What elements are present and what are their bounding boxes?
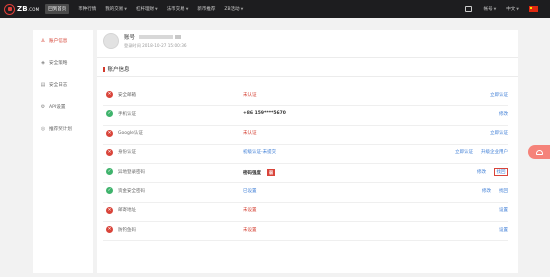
list-item: ✕ 防钓鱼码 未设置 设置 — [103, 222, 508, 242]
item-status: 未设置 — [243, 227, 257, 233]
avatar — [103, 33, 119, 49]
topbar-right: 帐号▼ 中文▼ — [464, 0, 550, 18]
sidebar-item-label: API设置 — [49, 105, 66, 110]
chevron-down-icon: ▼ — [516, 7, 519, 11]
sidebar-item-label: 安全策略 — [49, 61, 68, 66]
api-icon: ⚙ — [40, 104, 46, 110]
chevron-down-icon: ▼ — [154, 7, 158, 11]
nav-home[interactable]: 回到首页 — [45, 4, 70, 14]
item-label: 身份认证 — [118, 150, 136, 156]
retrieve-button[interactable]: 找回 — [499, 188, 508, 194]
sidebar-item-label: 账户信息 — [49, 39, 68, 44]
error-icon: ✕ — [106, 148, 113, 156]
item-label: Google认证 — [118, 131, 143, 137]
section-title: 账户信息 — [103, 65, 130, 73]
list-item: ✓ 资金安全密码 已设置 修改 找回 — [103, 183, 508, 203]
chevron-down-icon: ▼ — [185, 7, 189, 11]
chevron-down-icon: ▼ — [124, 7, 127, 11]
chevron-down-icon: ▼ — [240, 7, 244, 11]
account-menu[interactable]: 帐号▼ — [484, 6, 497, 12]
sidebar-item-api[interactable]: ⚙ API设置 — [33, 96, 93, 118]
nav-markets[interactable]: 币种行情 — [78, 6, 96, 12]
last-login-time: 登录时间 2018-10-27 15:00:36 — [124, 43, 187, 48]
check-icon: ✓ — [106, 110, 113, 118]
item-label: 异地登录密码 — [118, 169, 145, 175]
set-button[interactable]: 设置 — [499, 227, 508, 233]
check-icon: ✓ — [106, 168, 113, 176]
list-item: ✓ 异地登录密码 密码强度弱 修改 找回 — [103, 164, 508, 184]
item-label: 资金安全密码 — [118, 188, 145, 194]
strength-badge: 弱 — [267, 168, 275, 176]
item-label: 邮寄地址 — [118, 208, 136, 214]
modify-button[interactable]: 修改 — [477, 169, 486, 176]
user-header: 账号 登录时间 2018-10-27 15:00:36 — [103, 33, 187, 49]
check-icon: ✓ — [106, 187, 113, 195]
error-icon: ✕ — [106, 226, 113, 234]
set-button[interactable]: 设置 — [499, 207, 508, 213]
item-status: 密码强度 — [243, 170, 261, 176]
logo-text: ZB — [17, 5, 28, 13]
upgrade-enterprise-button[interactable]: 升级企业用户 — [481, 149, 508, 155]
item-status: 初级认证-未提交 — [243, 150, 277, 156]
china-flag-icon[interactable] — [529, 6, 538, 12]
user-icon: ♙ — [40, 38, 46, 44]
security-settings-list: ✕ 安全邮箱 未认证 立即认证 ✓ 手机认证 +86 159****5670 修… — [103, 87, 508, 242]
item-label: 防钓鱼码 — [118, 227, 136, 233]
language-menu[interactable]: 中文▼ — [506, 6, 519, 12]
error-icon: ✕ — [106, 91, 113, 98]
item-status: 已设置 — [243, 188, 257, 194]
divider — [97, 57, 518, 58]
list-item: ✕ 安全邮箱 未认证 立即认证 — [103, 87, 508, 107]
item-label: 安全邮箱 — [118, 92, 136, 98]
shield-icon: ◈ — [41, 60, 45, 66]
sidebar-item-account-info[interactable]: ♙ 账户信息 — [33, 30, 93, 52]
item-status: 未认证 — [243, 131, 257, 137]
sidebar-item-referral[interactable]: ◎ 推荐奖计划 — [33, 118, 93, 140]
chevron-down-icon: ▼ — [493, 7, 497, 11]
sidebar: ♙ 账户信息 ◈ 安全策略 ▤ 安全日志 ⚙ API设置 ◎ 推荐奖计划 — [33, 30, 93, 273]
masked-account-tag — [175, 35, 182, 39]
modify-button[interactable]: 修改 — [482, 188, 491, 194]
masked-account — [139, 35, 174, 39]
list-item: ✓ 手机认证 +86 159****5670 修改 — [103, 106, 508, 126]
sidebar-item-security-log[interactable]: ▤ 安全日志 — [33, 74, 93, 96]
account-label: 账号 — [124, 35, 136, 41]
item-status: +86 159****5670 — [243, 110, 286, 116]
logo[interactable]: ZB.COM — [4, 0, 39, 18]
nav-margin[interactable]: 杠杆理财▼ — [136, 6, 158, 12]
divider — [97, 76, 518, 77]
list-item: ✕ 邮寄地址 未设置 设置 — [103, 203, 508, 223]
item-status: 未认证 — [243, 92, 257, 98]
headset-icon — [535, 149, 543, 155]
gift-icon: ◎ — [40, 126, 46, 132]
nav-trade[interactable]: 我的交易▼ — [105, 6, 127, 12]
item-label: 手机认证 — [118, 111, 136, 117]
sidebar-item-label: 安全日志 — [49, 83, 68, 88]
sidebar-item-security-policy[interactable]: ◈ 安全策略 — [33, 52, 93, 74]
message-icon[interactable] — [464, 6, 472, 12]
nav-events[interactable]: ZB活动▼ — [224, 6, 243, 12]
sidebar-item-label: 推荐奖计划 — [49, 127, 72, 132]
modify-button[interactable]: 修改 — [499, 111, 508, 117]
nav-otc[interactable]: 法币交易▼ — [167, 6, 189, 12]
log-icon: ▤ — [40, 82, 46, 88]
list-item: ✕ 身份认证 初级认证-未提交 立即认证 升级企业用户 — [103, 145, 508, 165]
zb-logo-icon — [4, 3, 15, 15]
error-icon: ✕ — [106, 129, 113, 137]
top-nav-bar: ZB.COM 回到首页 币种行情 我的交易▼ 杠杆理财▼ 法币交易▼ 新币推荐 … — [0, 0, 550, 18]
verify-button[interactable]: 立即认证 — [490, 130, 508, 136]
verify-button[interactable]: 立即认证 — [455, 149, 473, 155]
nav-new-coins[interactable]: 新币推荐 — [197, 6, 215, 12]
logo-suffix: .COM — [27, 7, 40, 12]
retrieve-button[interactable]: 找回 — [494, 167, 508, 176]
error-icon: ✕ — [106, 206, 113, 214]
customer-service-button[interactable] — [528, 145, 550, 159]
verify-button[interactable]: 立即认证 — [490, 92, 508, 98]
main-panel: 账号 登录时间 2018-10-27 15:00:36 账户信息 ✕ 安全邮箱 … — [97, 30, 518, 273]
item-status: 未设置 — [243, 208, 257, 214]
list-item: ✕ Google认证 未认证 立即认证 — [103, 126, 508, 145]
